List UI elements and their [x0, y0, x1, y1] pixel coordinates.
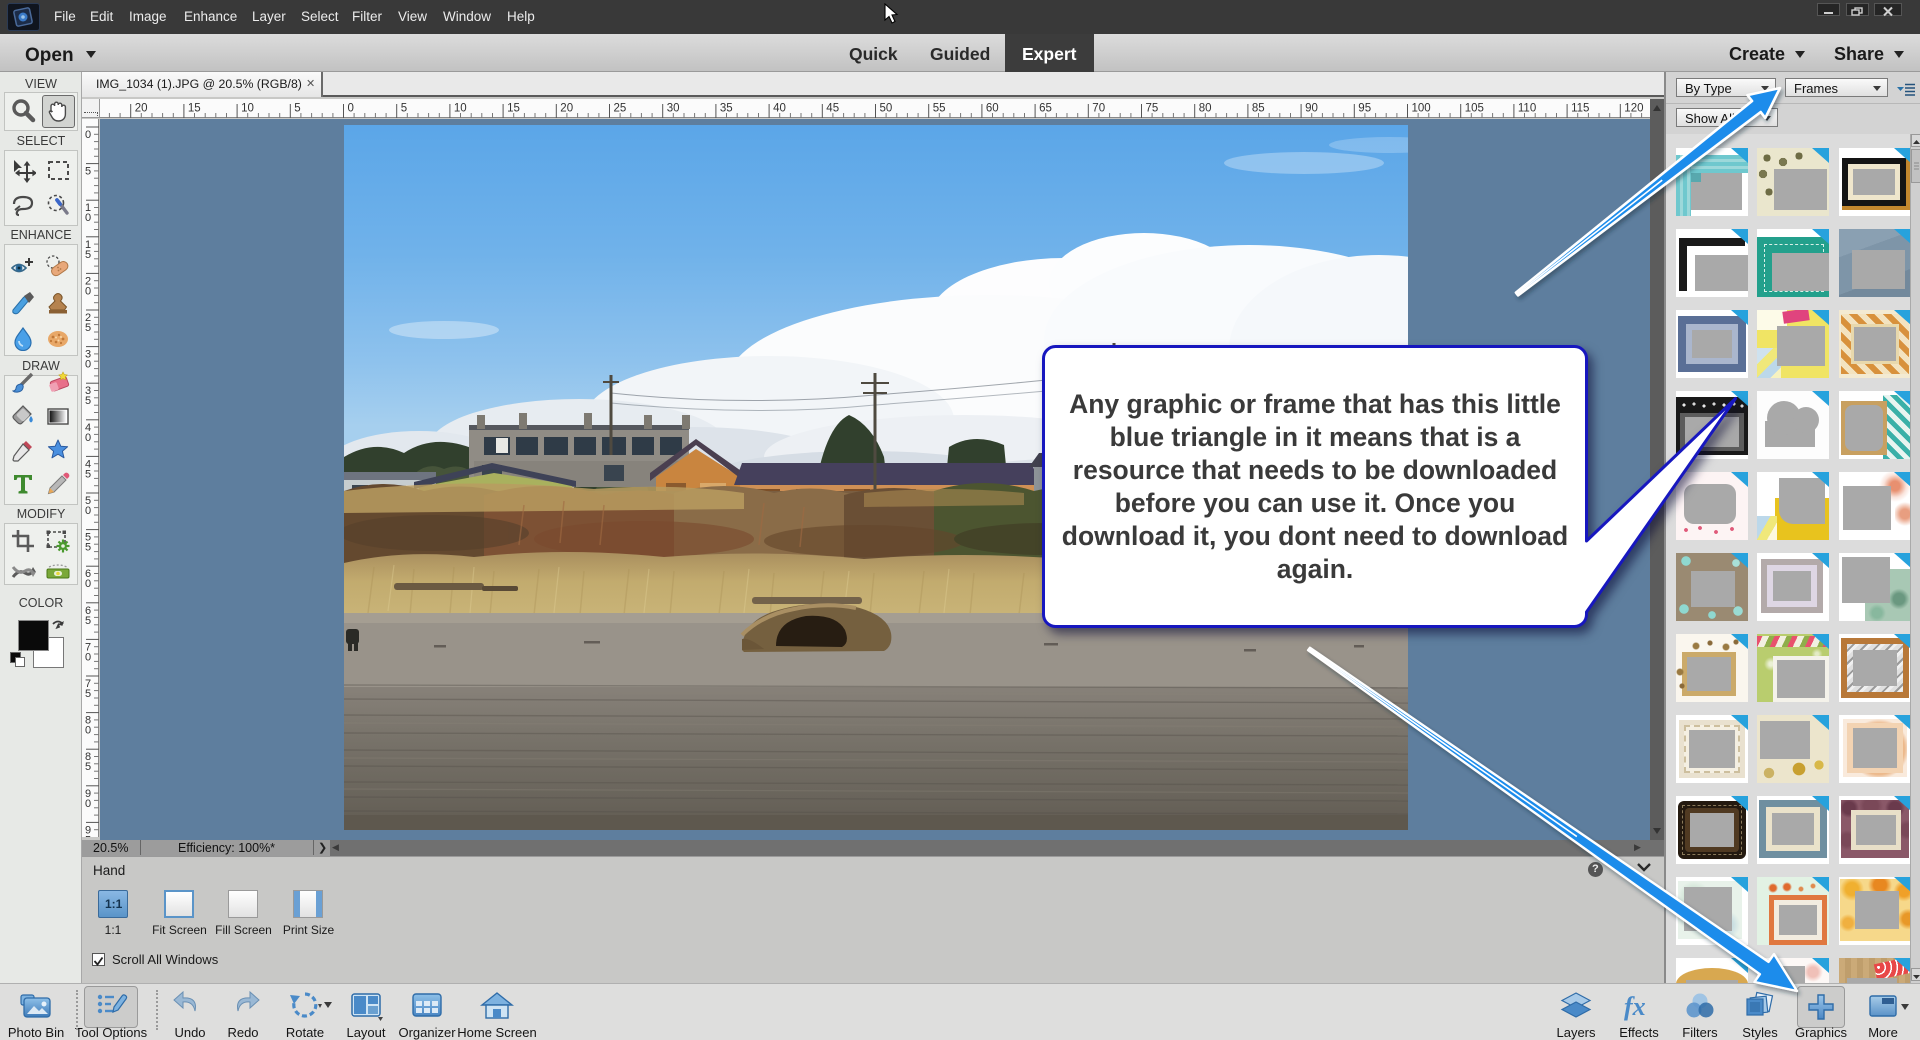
- svg-text:5: 5: [85, 761, 91, 773]
- svg-text:80: 80: [1199, 103, 1212, 115]
- svg-text:95: 95: [1358, 103, 1371, 115]
- svg-text:5: 5: [85, 834, 91, 837]
- svg-text:105: 105: [1465, 103, 1484, 115]
- svg-text:0: 0: [85, 798, 91, 810]
- svg-text:60: 60: [986, 103, 999, 115]
- svg-text:20: 20: [135, 103, 148, 115]
- svg-text:70: 70: [1092, 103, 1105, 115]
- svg-text:5: 5: [85, 322, 91, 334]
- svg-text:0: 0: [85, 505, 91, 517]
- svg-text:0: 0: [85, 725, 91, 737]
- svg-text:120: 120: [1624, 103, 1643, 115]
- svg-text:5: 5: [85, 688, 91, 700]
- svg-text:0: 0: [85, 651, 91, 663]
- svg-text:35: 35: [720, 103, 733, 115]
- svg-text:5: 5: [85, 542, 91, 554]
- svg-text:55: 55: [933, 103, 946, 115]
- svg-text:10: 10: [454, 103, 467, 115]
- svg-text:0: 0: [85, 359, 91, 371]
- svg-text:5: 5: [85, 395, 91, 407]
- svg-text:0: 0: [348, 103, 354, 115]
- svg-text:5: 5: [85, 468, 91, 480]
- svg-text:15: 15: [188, 103, 201, 115]
- svg-text:fx: fx: [1624, 992, 1646, 1021]
- svg-text:30: 30: [667, 103, 680, 115]
- svg-text:65: 65: [1039, 103, 1052, 115]
- svg-text:5: 5: [85, 615, 91, 627]
- svg-text:5: 5: [85, 166, 91, 178]
- svg-text:40: 40: [773, 103, 786, 115]
- svg-text:15: 15: [507, 103, 520, 115]
- svg-text:100: 100: [1412, 103, 1431, 115]
- svg-text:115: 115: [1571, 103, 1589, 115]
- svg-text:0: 0: [85, 432, 91, 444]
- svg-text:10: 10: [241, 103, 254, 115]
- svg-text:25: 25: [614, 103, 627, 115]
- svg-text:90: 90: [1305, 103, 1318, 115]
- svg-text:0: 0: [85, 578, 91, 590]
- svg-text:0: 0: [85, 212, 91, 224]
- svg-text:50: 50: [880, 103, 893, 115]
- svg-text:45: 45: [826, 103, 839, 115]
- svg-text:75: 75: [1146, 103, 1159, 115]
- svg-text:5: 5: [401, 103, 407, 115]
- svg-text:5: 5: [294, 103, 300, 115]
- svg-text:110: 110: [1518, 103, 1536, 115]
- svg-text:85: 85: [1252, 103, 1265, 115]
- svg-text:5: 5: [85, 249, 91, 261]
- svg-text:0: 0: [85, 285, 91, 297]
- svg-text:0: 0: [85, 129, 91, 141]
- svg-text:20: 20: [560, 103, 573, 115]
